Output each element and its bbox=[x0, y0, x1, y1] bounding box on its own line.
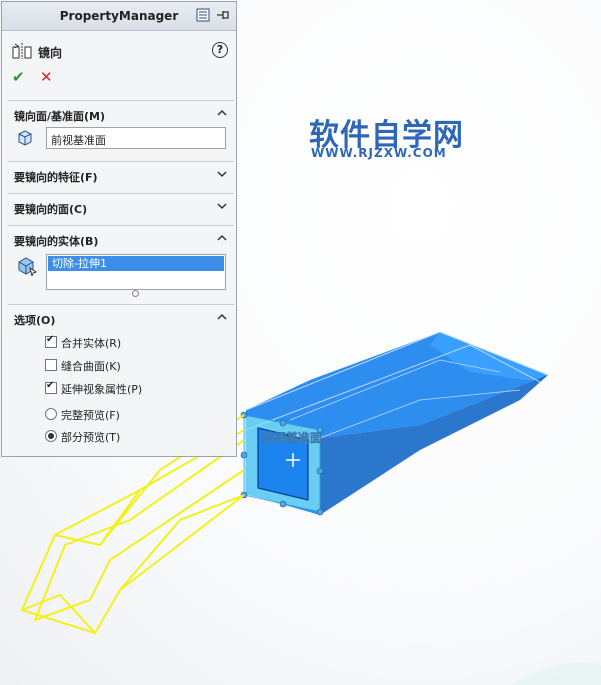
chevron-up-icon[interactable] bbox=[216, 107, 228, 119]
feature-name: 镜向 bbox=[38, 46, 63, 60]
watermark-url: WWW.RJZXW.COM bbox=[311, 146, 447, 160]
plane-selection-icon bbox=[18, 130, 32, 146]
partial-preview-radio[interactable] bbox=[45, 430, 57, 442]
faces-label: 要镜向的面(C) bbox=[14, 203, 88, 216]
list-item[interactable]: 切除-拉伸1 bbox=[48, 256, 224, 271]
mirror-face-header[interactable]: 镜向面/基准面(M) bbox=[8, 101, 234, 127]
chevron-down-icon[interactable] bbox=[216, 200, 228, 212]
bodies-group: 要镜向的实体(B) 切除-拉伸1 bbox=[8, 225, 234, 304]
question-icon[interactable]: ? bbox=[212, 42, 228, 58]
propagate-visual-label: 延伸视象属性(P) bbox=[61, 383, 143, 396]
merge-solids-checkbox[interactable] bbox=[45, 334, 57, 348]
bodies-header[interactable]: 要镜向的实体(B) bbox=[8, 226, 234, 252]
mirror-feature-icon bbox=[12, 43, 32, 59]
features-header[interactable]: 要镜向的特征(F) bbox=[8, 162, 234, 188]
feature-header: 镜向 ? bbox=[12, 40, 232, 62]
layout-icon[interactable] bbox=[196, 8, 210, 22]
mirror-face-value: 前视基准面 bbox=[51, 134, 106, 147]
options-group: 选项(O) 合并实体(R) 缝合曲面(K) 延伸视象属性(P) 完整预览(F) … bbox=[8, 304, 234, 455]
x-icon[interactable]: ✕ bbox=[40, 68, 53, 86]
knit-surfaces-label: 缝合曲面(K) bbox=[61, 360, 121, 373]
mirror-face-group: 镜向面/基准面(M) 前视基准面 bbox=[8, 100, 234, 161]
property-manager-panel: PropertyManager 镜向 ? ✔ ✕ 镜向面/基准面(M) 前视基准… bbox=[1, 1, 237, 457]
full-preview-radio[interactable] bbox=[45, 408, 57, 420]
faces-group: 要镜向的面(C) bbox=[8, 193, 234, 225]
options-header[interactable]: 选项(O) bbox=[8, 305, 234, 331]
merge-solids-label: 合并实体(R) bbox=[61, 337, 122, 350]
plane-label: 前视基准面 bbox=[262, 430, 322, 445]
propagate-visual-checkbox[interactable] bbox=[45, 380, 57, 394]
resize-handle[interactable] bbox=[132, 290, 139, 297]
bodies-label: 要镜向的实体(B) bbox=[14, 235, 99, 248]
chevron-up-icon[interactable] bbox=[216, 311, 228, 323]
chevron-down-icon[interactable] bbox=[216, 168, 228, 180]
full-preview-label: 完整预览(F) bbox=[61, 409, 120, 422]
features-group: 要镜向的特征(F) bbox=[8, 161, 234, 193]
checkmark-icon[interactable]: ✔ bbox=[12, 68, 25, 86]
pin-icon[interactable] bbox=[216, 8, 230, 22]
partial-preview-label: 部分预览(T) bbox=[61, 431, 121, 444]
faces-header[interactable]: 要镜向的面(C) bbox=[8, 194, 234, 220]
solid-body-icon bbox=[18, 257, 38, 276]
options-label: 选项(O) bbox=[14, 314, 56, 327]
features-label: 要镜向的特征(F) bbox=[14, 171, 98, 184]
panel-title-bar: PropertyManager bbox=[2, 2, 236, 31]
knit-surfaces-checkbox[interactable] bbox=[45, 359, 57, 371]
chevron-up-icon[interactable] bbox=[216, 232, 228, 244]
mirror-face-field[interactable]: 前视基准面 bbox=[46, 127, 226, 149]
bodies-list[interactable]: 切除-拉伸1 bbox=[46, 254, 226, 290]
mirror-face-label: 镜向面/基准面(M) bbox=[14, 110, 106, 123]
